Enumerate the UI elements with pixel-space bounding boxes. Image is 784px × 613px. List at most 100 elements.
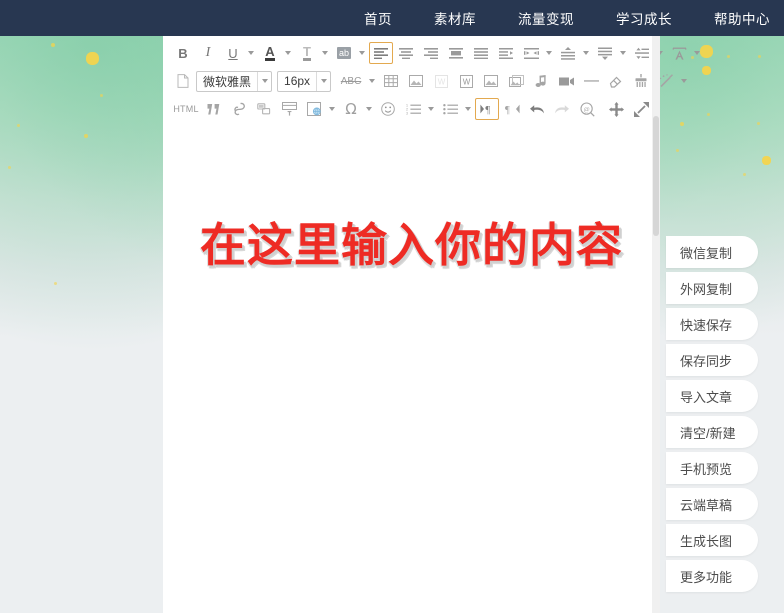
canvas-headline[interactable]: 在这里输入你的内容 (163, 218, 660, 272)
paragraph-spacing-dropdown-caret[interactable] (618, 42, 627, 64)
rail-wechat-copy[interactable]: 微信复制 (666, 236, 758, 268)
video-icon[interactable] (554, 70, 578, 92)
indent-increase-icon[interactable] (494, 42, 518, 64)
page-style-dropdown-caret[interactable] (327, 98, 336, 120)
html-source-icon[interactable]: HTML (171, 98, 201, 120)
background-color-icon[interactable]: ab (332, 42, 356, 64)
align-left-icon[interactable] (369, 42, 393, 64)
rail-quick-save[interactable]: 快速保存 (666, 308, 758, 340)
blockquote-icon[interactable] (202, 98, 226, 120)
underline-dropdown-caret[interactable] (246, 42, 255, 64)
word-import-icon[interactable]: W (454, 70, 478, 92)
right-action-rail: 微信复制 外网复制 快速保存 保存同步 导入文章 清空/新建 手机预览 云端草稿… (666, 236, 784, 592)
rail-mobile-preview[interactable]: 手机预览 (666, 452, 758, 484)
text-style-dropdown-caret[interactable] (320, 42, 329, 64)
paragraph-spacing-icon[interactable] (593, 42, 617, 64)
line-height-icon[interactable] (556, 42, 580, 64)
top-navbar: 首页 素材库 流量变现 学习成长 帮助中心 (0, 0, 784, 36)
rail-import-article[interactable]: 导入文章 (666, 380, 758, 412)
ordered-list-dropdown-caret[interactable] (426, 98, 435, 120)
font-family-caret[interactable] (257, 71, 271, 91)
font-size-select[interactable]: 16px (277, 70, 332, 92)
nav-home[interactable]: 首页 (364, 8, 392, 28)
nav-monetization[interactable]: 流量变现 (518, 8, 574, 28)
link-icon[interactable] (227, 98, 251, 120)
undo-icon[interactable] (525, 98, 549, 120)
paragraph-mark-ltr-icon[interactable]: ¶ (475, 98, 499, 120)
letter-spacing-icon[interactable] (630, 42, 654, 64)
paragraph-mark-rtl-icon[interactable]: ¶ (500, 98, 524, 120)
nav-material-library[interactable]: 素材库 (434, 8, 476, 28)
particle-dot (727, 55, 730, 58)
indent-decrease-icon[interactable] (519, 42, 543, 64)
unlink-icon[interactable] (252, 98, 276, 120)
unordered-list-icon[interactable] (438, 98, 462, 120)
svg-text:@: @ (583, 106, 589, 113)
ordered-list-icon[interactable]: 123 (401, 98, 425, 120)
particle-dot (700, 45, 713, 58)
line-height-dropdown-caret[interactable] (581, 42, 590, 64)
font-scale-icon[interactable] (667, 42, 691, 64)
eraser-icon[interactable] (604, 70, 628, 92)
picture-icon[interactable] (479, 70, 503, 92)
editor-scrollbar-thumb[interactable] (653, 116, 659, 236)
font-color-dropdown-caret[interactable] (283, 42, 292, 64)
special-character-icon[interactable]: Ω (339, 98, 363, 120)
strikethrough-dropdown-caret[interactable] (367, 70, 376, 92)
particle-dot (17, 124, 20, 127)
font-family-select[interactable]: 微软雅黑 (196, 70, 273, 92)
table-icon[interactable] (379, 70, 403, 92)
fullscreen-icon[interactable] (629, 98, 653, 120)
background-color-dropdown-caret[interactable] (357, 42, 366, 64)
align-right-icon[interactable] (419, 42, 443, 64)
bold-icon[interactable]: B (171, 42, 195, 64)
clean-brush-icon[interactable] (629, 70, 653, 92)
rail-clear-new[interactable]: 清空/新建 (666, 416, 758, 448)
text-template-icon[interactable] (277, 98, 301, 120)
underline-icon[interactable]: U (221, 42, 245, 64)
rail-generate-long-image[interactable]: 生成长图 (666, 524, 758, 556)
unordered-list-dropdown-caret[interactable] (463, 98, 472, 120)
rail-external-copy[interactable]: 外网复制 (666, 272, 758, 304)
align-middle-icon[interactable] (444, 42, 468, 64)
editor-toolbar: B I U A T ab 微软雅黑 16px ABC W W HTML Ω 1 … (163, 36, 686, 125)
italic-icon[interactable]: I (196, 42, 220, 64)
nav-learning[interactable]: 学习成长 (616, 8, 672, 28)
page-style-icon[interactable] (302, 98, 326, 120)
magic-wand-dropdown-caret[interactable] (679, 70, 688, 92)
align-center-icon[interactable] (394, 42, 418, 64)
editor-scrollbar-track[interactable] (652, 36, 660, 613)
rail-cloud-draft[interactable]: 云端草稿 (666, 488, 758, 520)
insert-image-icon[interactable] (404, 70, 428, 92)
font-size-caret[interactable] (316, 71, 330, 91)
gallery-icon[interactable] (504, 70, 528, 92)
rail-save-sync[interactable]: 保存同步 (666, 344, 758, 376)
emoji-icon[interactable] (376, 98, 400, 120)
particle-dot (762, 156, 771, 165)
particle-dot (51, 43, 55, 47)
particle-dot (758, 55, 761, 58)
nav-help-center[interactable]: 帮助中心 (714, 8, 770, 28)
move-icon[interactable] (604, 98, 628, 120)
editor-canvas[interactable]: 在这里输入你的内容 (163, 158, 660, 613)
particle-dot (86, 52, 99, 65)
particle-dot (757, 122, 760, 125)
svg-text:W: W (437, 77, 445, 86)
music-icon[interactable] (529, 70, 553, 92)
align-justify-icon[interactable] (469, 42, 493, 64)
font-color-icon[interactable]: A (258, 42, 282, 64)
word-import-disabled-icon[interactable]: W (429, 70, 453, 92)
font-scale-dropdown-caret[interactable] (692, 42, 701, 64)
particle-dot (8, 166, 11, 169)
clear-format-icon[interactable] (171, 70, 195, 92)
text-style-icon[interactable]: T (295, 42, 319, 64)
indent-dropdown-caret[interactable] (544, 42, 553, 64)
strikethrough-icon[interactable]: ABC (336, 70, 366, 92)
font-family-value: 微软雅黑 (203, 74, 252, 89)
horizontal-rule-icon[interactable] (579, 70, 603, 92)
search-icon[interactable]: @ (575, 98, 599, 120)
font-size-value: 16px (284, 74, 311, 88)
rail-more-features[interactable]: 更多功能 (666, 560, 758, 592)
redo-icon[interactable] (550, 98, 574, 120)
special-character-dropdown-caret[interactable] (364, 98, 373, 120)
